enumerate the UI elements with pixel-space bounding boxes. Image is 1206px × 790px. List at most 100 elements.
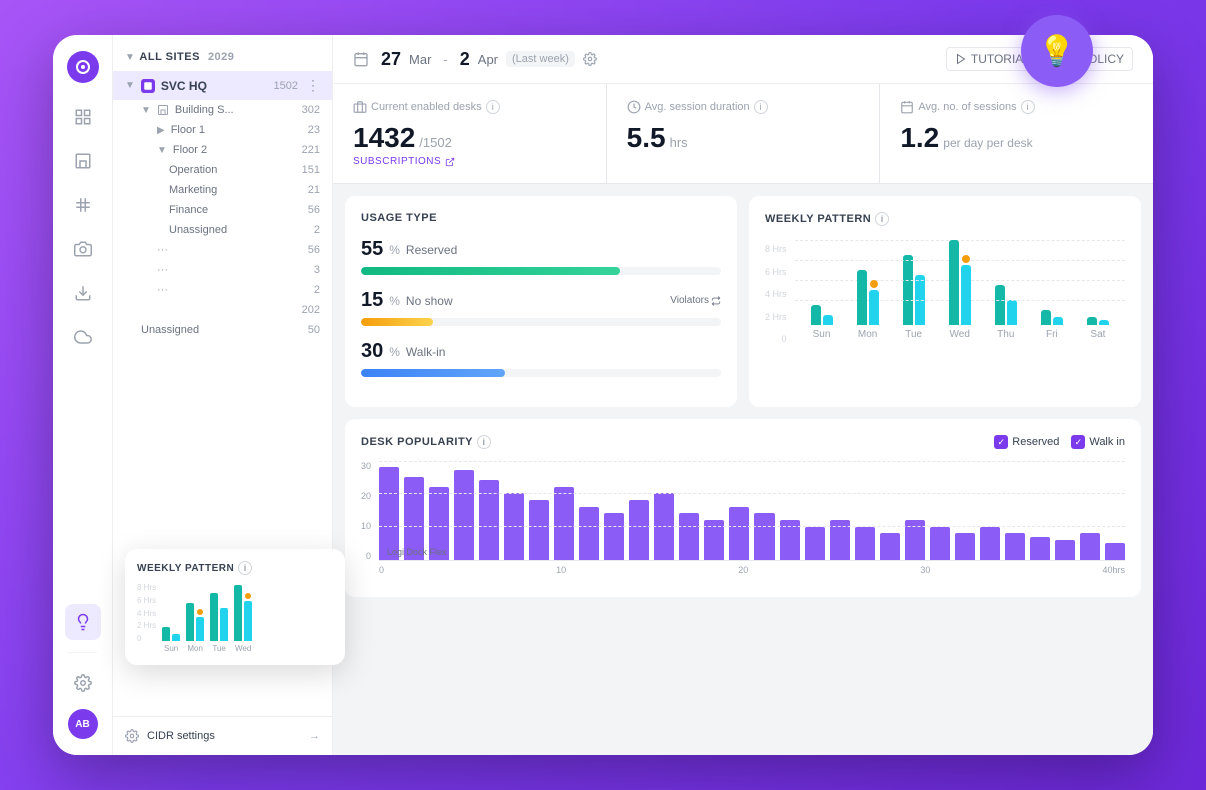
sidebar-icon-building[interactable] — [65, 143, 101, 179]
mon-label: Mon — [858, 329, 877, 340]
desk-pop-title: DESK POPULARITY i — [361, 435, 491, 449]
noshow-pct: 15 — [361, 289, 383, 312]
walkin-pct: 30 — [361, 340, 383, 363]
building-count: 302 — [302, 104, 320, 116]
reserved-pct: 55 — [361, 238, 383, 261]
fp-day-wed: Wed — [234, 581, 252, 653]
fp-chart: Sun Mon — [162, 583, 252, 653]
desk-pop-info-icon[interactable]: i — [477, 435, 491, 449]
nav-item-operation[interactable]: Operation 151 — [113, 160, 332, 180]
nav-item-svchq[interactable]: ▼ SVC HQ 1502 ⋮ — [113, 71, 332, 100]
nav-bottom: CIDR settings → — [113, 716, 332, 755]
all-sites-count: 2029 — [208, 51, 234, 63]
svchq-dots[interactable]: ⋮ — [306, 77, 320, 94]
legend: ✓ Reserved ✓ Walk in — [994, 435, 1125, 449]
sidebar-icon-grid[interactable] — [65, 187, 101, 223]
building-label: Building S... — [175, 104, 234, 116]
sidebar-icon-lightbulb[interactable] — [65, 604, 101, 640]
noshow-bar — [361, 318, 433, 326]
sat-label: Sat — [1090, 329, 1105, 340]
marketing-label: Marketing — [169, 184, 217, 196]
unassigned-label: Unassigned — [169, 224, 227, 236]
legend-reserved: ✓ Reserved — [994, 435, 1059, 449]
fp-y-6: 6 Hrs — [137, 596, 156, 605]
fp-mon-bar1 — [186, 603, 194, 641]
avg-sessions-info-icon[interactable]: i — [1021, 100, 1035, 114]
y-4hrs: 4 Hrs — [765, 289, 787, 299]
x-30: 30 — [920, 565, 930, 575]
y-2hrs: 2 Hrs — [765, 312, 787, 322]
nav-item-marketing[interactable]: Marketing 21 — [113, 180, 332, 200]
weekly-pattern-info-icon[interactable]: i — [875, 212, 889, 226]
mon-bar2 — [869, 290, 879, 325]
fp-y-2: 2 Hrs — [137, 621, 156, 630]
nav-header: ▼ ALL SITES 2029 — [113, 35, 332, 71]
unassigned2-label: Unassigned — [141, 324, 199, 336]
date-from-num: 27 — [381, 49, 401, 70]
fp-day-sun: Sun — [162, 581, 180, 653]
stat-avg-session: Avg. session duration i 5.5 hrs — [607, 84, 880, 183]
fp-day-tue: Tue — [210, 581, 228, 653]
desk-y-30: 30 — [361, 461, 371, 471]
legend-reserved-check: ✓ — [994, 435, 1008, 449]
wed-bar1 — [949, 240, 959, 325]
sidebar-icon-layers[interactable] — [65, 99, 101, 135]
unassigned-count: 2 — [314, 224, 320, 236]
current-desks-info-icon[interactable]: i — [486, 100, 500, 114]
cidr-link[interactable]: CIDR settings → — [125, 729, 320, 743]
avatar[interactable]: AB — [68, 709, 98, 739]
nav-item-unassigned[interactable]: Unassigned 2 — [113, 220, 332, 240]
svchq-count: 1502 — [274, 80, 298, 92]
desk-x-axis: 0 10 20 30 40hrs — [379, 561, 1125, 579]
avg-session-info-icon[interactable]: i — [754, 100, 768, 114]
floating-panel-info-icon[interactable]: i — [238, 561, 252, 575]
nav-item-floor1[interactable]: ▶ Floor 1 23 — [113, 120, 332, 140]
date-separator: - — [443, 52, 447, 67]
violators-link[interactable]: Violators — [670, 295, 721, 306]
sidebar-icon-camera[interactable] — [65, 231, 101, 267]
desk-label: Logi Dock Flex — [387, 547, 447, 557]
sidebar-icon-download[interactable] — [65, 275, 101, 311]
fp-wed-bar1 — [234, 585, 242, 641]
nav-item-floor2[interactable]: ▼ Floor 2 221 — [113, 140, 332, 160]
period-tag: (Last week) — [506, 51, 575, 67]
current-desks-value: 1432 /1502 — [353, 122, 586, 154]
fp-sun-bar1 — [162, 627, 170, 641]
settings-icon[interactable] — [65, 665, 101, 701]
floor2-count: 221 — [302, 144, 320, 156]
stats-row: Current enabled desks i 1432 /1502 SUBSC… — [333, 84, 1153, 184]
noshow-label: No show — [406, 294, 453, 308]
finance-label: Finance — [169, 204, 208, 216]
date-from-mon: Mar — [409, 52, 431, 67]
nav-item-building[interactable]: ▼ Building S... 302 — [113, 100, 332, 120]
current-desks-label: Current enabled desks i — [353, 100, 586, 114]
nav-item-unassigned-2[interactable]: Unassigned 50 — [113, 320, 332, 340]
fp-tue-bar2 — [220, 608, 228, 641]
avg-sessions-value: 1.2 per day per desk — [900, 122, 1133, 154]
sidebar-icon-cloud[interactable] — [65, 319, 101, 355]
reserved-sym: % — [389, 243, 400, 257]
sidebar-bottom: AB — [65, 648, 101, 739]
fri-label: Fri — [1046, 329, 1058, 340]
desk-popularity-card: DESK POPULARITY i ✓ Reserved ✓ Walk in — [345, 419, 1141, 597]
nav-item-finance[interactable]: Finance 56 — [113, 200, 332, 220]
nav-more-items-1: ··· 56 — [113, 240, 332, 260]
x-40: 40hrs — [1102, 565, 1125, 575]
mon-dot — [870, 280, 878, 288]
legend-walkin-check: ✓ — [1071, 435, 1085, 449]
fp-sun-label: Sun — [164, 644, 178, 653]
mon-bar1 — [857, 270, 867, 325]
date-to-mon: Apr — [478, 52, 498, 67]
sidebar-logo[interactable] — [67, 51, 99, 83]
fp-mon-label: Mon — [187, 644, 203, 653]
finance-count: 56 — [308, 204, 320, 216]
desk-pop-chart: 30 20 10 0 — [361, 461, 1125, 581]
desk-y-0: 0 — [361, 551, 371, 561]
floating-panel-title: WEEKLY PATTERN i — [137, 561, 333, 575]
noshow-sym: % — [389, 294, 400, 308]
main-content: 27 Mar - 2 Apr (Last week) TUTORIAL — [333, 35, 1153, 755]
usage-reserved: 55 % Reserved — [361, 238, 721, 275]
subscriptions-link[interactable]: SUBSCRIPTIONS — [353, 156, 586, 167]
lightbulb-icon: 💡 — [1021, 15, 1093, 87]
date-to-num: 2 — [460, 49, 470, 70]
